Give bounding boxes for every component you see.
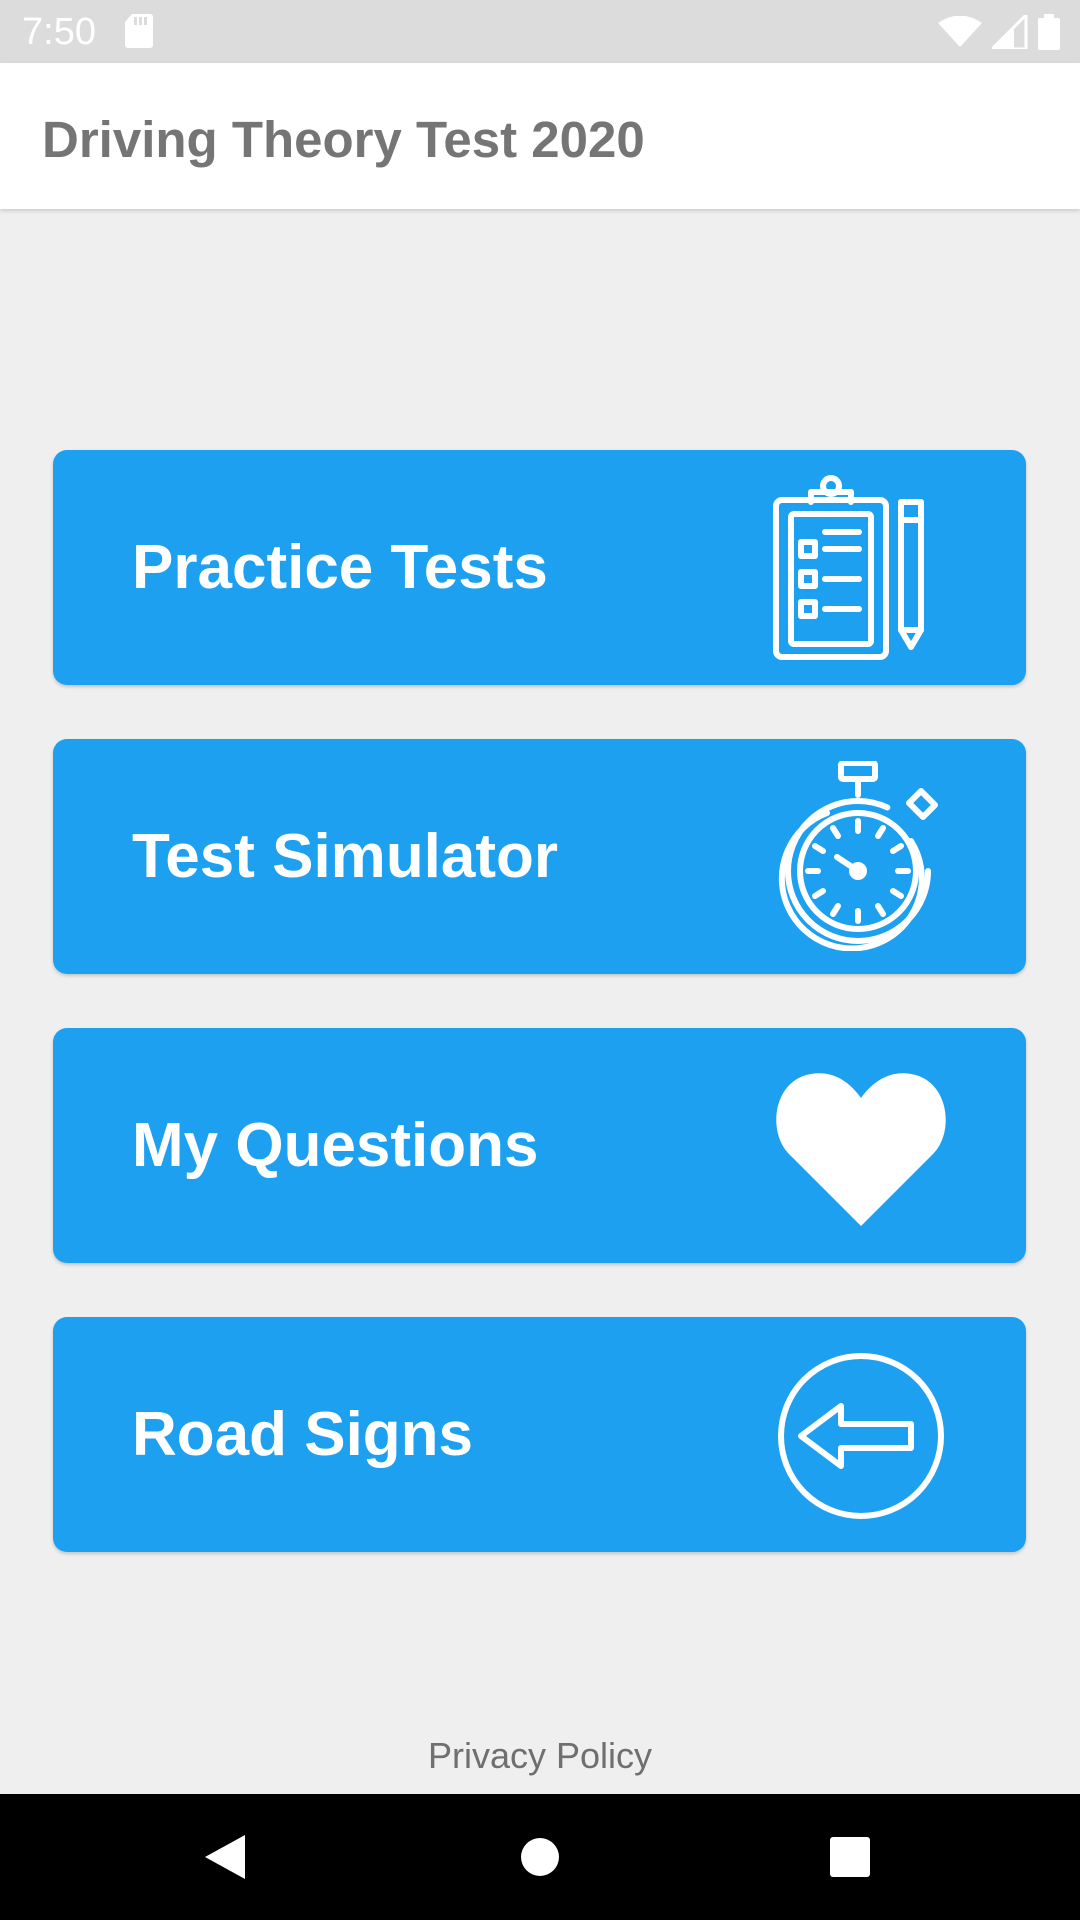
home-icon [521, 1838, 559, 1876]
status-time: 7:50 [22, 11, 96, 53]
app-bar: Driving Theory Test 2020 [0, 63, 1080, 209]
app-title: Driving Theory Test 2020 [42, 111, 645, 168]
status-icons [938, 12, 1060, 52]
back-icon [205, 1835, 245, 1879]
battery-icon [1038, 14, 1060, 50]
stopwatch-icon [771, 761, 951, 951]
recents-icon [830, 1837, 870, 1877]
navigation-bar [0, 1794, 1080, 1920]
practice-tests-button[interactable]: Practice Tests [53, 450, 1026, 685]
main-menu: Practice Tests Test Simulator My Questio… [53, 450, 1026, 1606]
test-simulator-label: Test Simulator [132, 822, 559, 891]
clipboard-checklist-icon [771, 472, 951, 662]
left-arrow-sign-icon [771, 1339, 951, 1529]
sd-card-icon [125, 14, 153, 48]
road-signs-label: Road Signs [132, 1400, 474, 1469]
heart-icon [771, 1050, 951, 1240]
back-button[interactable] [165, 1794, 285, 1920]
signal-icon [992, 15, 1028, 49]
status-bar: 7:50 [0, 0, 1080, 63]
wifi-icon [938, 16, 982, 47]
home-button[interactable] [480, 1794, 600, 1920]
test-simulator-button[interactable]: Test Simulator [53, 739, 1026, 974]
road-signs-button[interactable]: Road Signs [53, 1317, 1026, 1552]
recents-button[interactable] [790, 1794, 910, 1920]
practice-tests-label: Practice Tests [132, 533, 548, 602]
my-questions-label: My Questions [132, 1111, 539, 1180]
privacy-policy-link[interactable]: Privacy Policy [0, 1734, 1080, 1778]
my-questions-button[interactable]: My Questions [53, 1028, 1026, 1263]
